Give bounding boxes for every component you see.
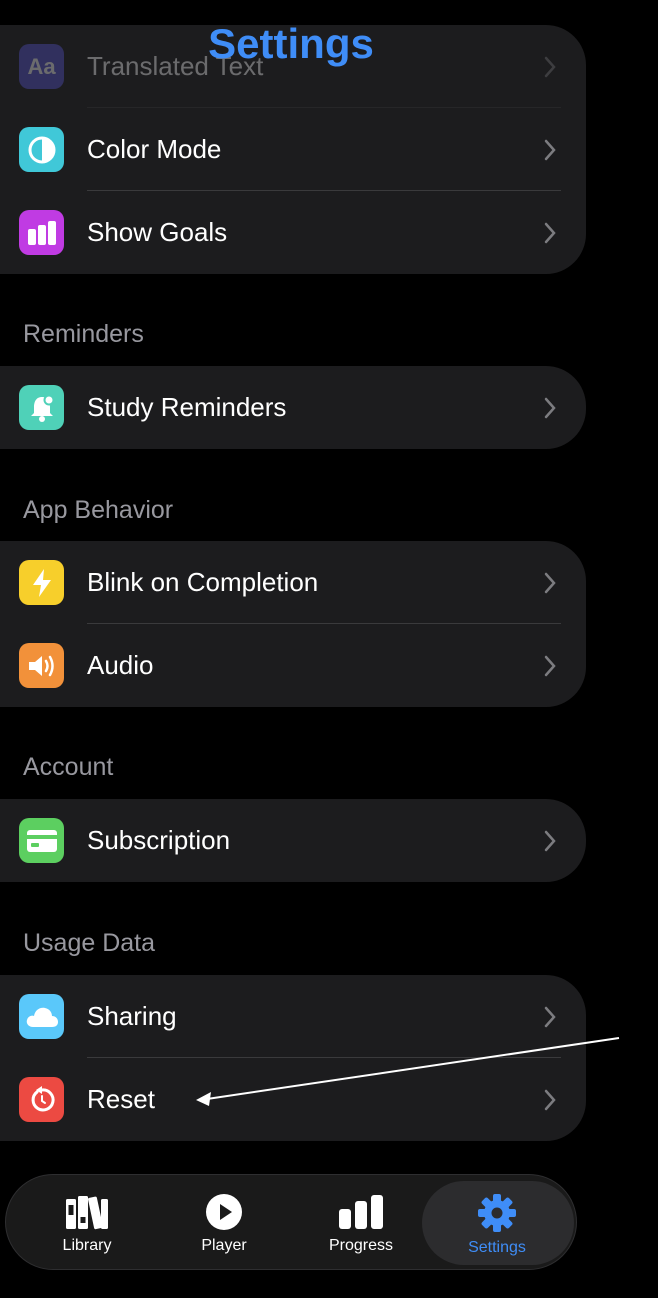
settings-row-label: Color Mode [87, 134, 222, 164]
reset-icon [19, 1077, 64, 1122]
section-header-reminders: Reminders [23, 320, 144, 348]
tab-player[interactable]: Player [163, 1175, 285, 1271]
tab-bar: Library Player Progress Settings [5, 1174, 577, 1270]
play-icon [206, 1194, 242, 1230]
progress-bars-icon [339, 1195, 383, 1229]
settings-row-subscription[interactable]: Subscription [0, 799, 586, 882]
chevron-right-icon [544, 830, 556, 852]
speaker-icon [19, 643, 64, 688]
settings-row-label: Subscription [87, 825, 231, 855]
settings-row-study-reminders[interactable]: Study Reminders [0, 366, 586, 449]
tab-label: Player [201, 1237, 247, 1254]
chevron-right-icon [544, 139, 556, 161]
tab-progress[interactable]: Progress [300, 1175, 422, 1271]
tab-label: Settings [468, 1239, 526, 1256]
usage-data-group: Sharing Reset [0, 975, 586, 1141]
settings-row-label: Sharing [87, 1001, 177, 1031]
settings-row-sharing[interactable]: Sharing [0, 975, 586, 1058]
tab-settings[interactable]: Settings [436, 1175, 558, 1271]
tab-label: Library [62, 1237, 112, 1254]
settings-row-label: Show Goals [87, 217, 228, 247]
settings-row-label: Reset [87, 1084, 155, 1114]
page-title: Settings [208, 20, 374, 67]
app-behavior-group: Blink on Completion Audio [0, 541, 586, 707]
settings-row-label: Blink on Completion [87, 567, 319, 597]
account-group: Subscription [0, 799, 586, 882]
gear-icon [478, 1194, 516, 1232]
goals-bars-icon [19, 210, 64, 255]
tab-library[interactable]: Library [26, 1175, 148, 1271]
color-mode-icon [19, 127, 64, 172]
settings-row-label: Audio [87, 650, 154, 680]
chevron-right-icon [544, 397, 556, 419]
bell-icon [19, 385, 64, 430]
tab-label: Progress [328, 1237, 394, 1254]
settings-row-reset[interactable]: Reset [0, 1058, 586, 1141]
section-header-usage-data: Usage Data [23, 929, 156, 957]
settings-row-color-mode[interactable]: Color Mode [0, 108, 586, 191]
chevron-right-icon [544, 572, 556, 594]
section-header-account: Account [23, 753, 114, 781]
section-header-app-behavior: App Behavior [23, 496, 174, 524]
settings-row-show-goals[interactable]: Show Goals [0, 191, 586, 274]
library-icon [66, 1196, 108, 1230]
settings-row-label: Study Reminders [87, 392, 287, 422]
settings-row-audio[interactable]: Audio [0, 624, 586, 707]
reminders-group: Study Reminders [0, 366, 586, 449]
chevron-right-icon [544, 1006, 556, 1028]
cloud-icon [19, 994, 64, 1039]
settings-row-blink-on-completion[interactable]: Blink on Completion [0, 541, 586, 624]
lightning-icon [19, 560, 64, 605]
chevron-right-icon [544, 222, 556, 244]
chevron-right-icon [544, 655, 556, 677]
chevron-right-icon [544, 1089, 556, 1111]
credit-card-icon [19, 818, 64, 863]
